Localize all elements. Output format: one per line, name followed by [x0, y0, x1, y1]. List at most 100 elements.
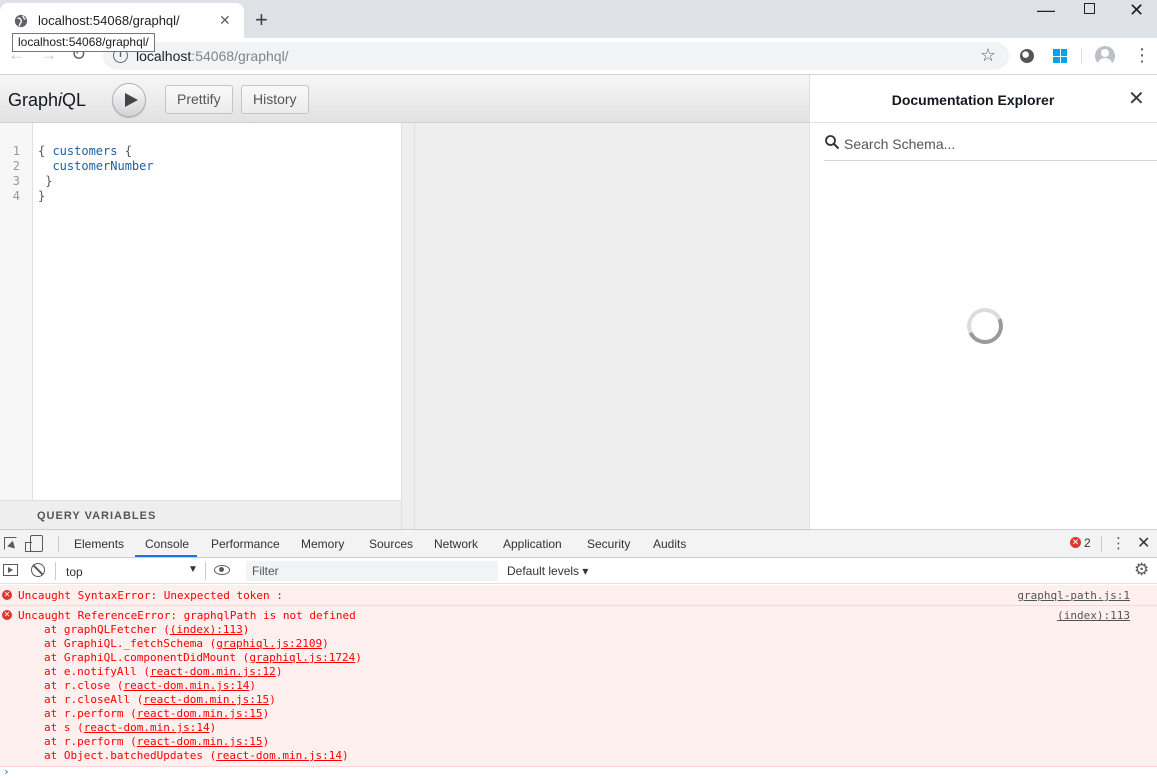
stack-location-link[interactable]: graphiql.js:2109	[216, 637, 322, 650]
devtools-tab-memory[interactable]: Memory	[301, 537, 344, 551]
clear-console-icon[interactable]	[31, 563, 45, 577]
new-tab-icon[interactable]: +	[255, 9, 268, 31]
stack-frame: at e.notifyAll (react-dom.min.js:12)	[44, 665, 282, 679]
result-pane	[415, 123, 809, 529]
windows-extension-icon[interactable]	[1053, 49, 1067, 63]
stack-location-link[interactable]: graphiql.js:1724	[249, 651, 355, 664]
stack-end: )	[342, 749, 349, 762]
stack-location-link[interactable]: (index):113	[170, 623, 243, 636]
stack-frame: at r.closeAll (react-dom.min.js:15)	[44, 693, 276, 707]
error-count[interactable]: 2	[1084, 536, 1091, 550]
query-editor[interactable]: 1 { customers { 2 customerNumber 3 } 4 }	[0, 123, 401, 500]
devtools-close-icon[interactable]: ✕	[1137, 533, 1150, 553]
code-text: customerNumber	[38, 159, 153, 174]
stack-location-link[interactable]: react-dom.min.js:14	[216, 749, 342, 762]
error-source-link[interactable]: graphql-path.js:1	[1017, 589, 1130, 602]
logo-suffix: QL	[62, 90, 87, 110]
context-label: top	[66, 565, 83, 579]
pane-resize-handle[interactable]	[401, 123, 415, 529]
graphiql-logo: GraphiQL	[8, 90, 86, 111]
console-toolbar-divider	[205, 562, 206, 580]
log-levels-dropdown[interactable]: Default levels ▾	[507, 564, 588, 578]
tabbar-divider	[58, 536, 59, 552]
stack-frame: at graphQLFetcher ((index):113)	[44, 623, 249, 637]
stack-fn: at e.notifyAll (	[44, 665, 150, 678]
devtools-tab-sources[interactable]: Sources	[369, 537, 413, 551]
window-close-icon[interactable]: ✕	[1129, 0, 1144, 21]
stack-location-link[interactable]: react-dom.min.js:15	[137, 735, 263, 748]
doc-explorer-header: Documentation Explorer ✕	[810, 75, 1157, 123]
bookmark-star-icon[interactable]: ☆	[980, 45, 996, 66]
devtools-tab-performance[interactable]: Performance	[211, 537, 280, 551]
error-badge-icon[interactable]: ✕	[1070, 537, 1081, 548]
error-icon: ✕	[2, 610, 12, 620]
stack-fn: at GraphiQL._fetchSchema (	[44, 637, 217, 650]
prettify-button[interactable]: Prettify	[165, 85, 233, 114]
stack-fn: at graphQLFetcher (	[44, 623, 170, 636]
stack-location-link[interactable]: react-dom.min.js:14	[123, 679, 249, 692]
stack-end: )	[209, 721, 217, 734]
stack-location-link[interactable]: react-dom.min.js:15	[143, 693, 269, 706]
dropdown-arrow-icon: ▼	[188, 564, 198, 575]
profile-avatar-icon[interactable]	[1095, 46, 1115, 66]
schema-search-input[interactable]	[844, 135, 1144, 153]
code-text: { customers {	[38, 144, 132, 159]
tab-close-icon[interactable]: ✕	[219, 13, 231, 27]
code-punct: }	[38, 189, 46, 203]
error-icon: ✕	[2, 590, 12, 600]
stack-fn: at Object.batchedUpdates (	[44, 749, 217, 762]
stack-location-link[interactable]: react-dom.min.js:12	[150, 665, 276, 678]
devtools-tab-security[interactable]: Security	[587, 537, 630, 551]
console-toolbar: top ▼ Default levels ▾ ⚙	[0, 558, 1157, 584]
console-output: ✕ Uncaught SyntaxError: Unexpected token…	[0, 585, 1157, 778]
code-line: 2 customerNumber	[0, 159, 401, 174]
context-selector[interactable]: top ▼	[60, 561, 200, 581]
devtools-tab-elements[interactable]: Elements	[74, 537, 124, 551]
devtools-tab-audits[interactable]: Audits	[653, 537, 686, 551]
stack-location-link[interactable]: react-dom.min.js:15	[137, 707, 263, 720]
inspect-element-icon[interactable]	[4, 537, 17, 550]
stack-frame: at Object.batchedUpdates (react-dom.min.…	[44, 749, 349, 763]
live-expression-eye-icon[interactable]	[214, 565, 230, 575]
prompt-caret-icon: ›	[3, 765, 10, 778]
code-line: 3 }	[0, 174, 401, 189]
code-punct: {	[38, 144, 53, 158]
stack-frame: at r.perform (react-dom.min.js:15)	[44, 735, 269, 749]
devtools-tab-console[interactable]: Console	[145, 537, 189, 551]
toolbar-divider	[1081, 48, 1082, 64]
error-source-link[interactable]: (index):113	[1057, 609, 1130, 622]
stack-end: )	[322, 637, 329, 650]
stack-frame: at s (react-dom.min.js:14)	[44, 721, 216, 735]
history-button[interactable]: History	[241, 85, 309, 114]
error-text: Uncaught SyntaxError: Unexpected token :	[18, 589, 283, 602]
url-tooltip: localhost:54068/graphql/	[12, 33, 155, 52]
stack-end: )	[262, 707, 270, 720]
tab-title: localhost:54068/graphql/	[38, 13, 180, 28]
code-punct	[38, 159, 52, 173]
stack-location-link[interactable]: react-dom.min.js:14	[84, 721, 210, 734]
tabbar-divider	[1101, 536, 1102, 552]
maximize-icon[interactable]	[1084, 3, 1095, 14]
console-filter-input[interactable]	[246, 561, 498, 581]
console-sidebar-icon[interactable]	[3, 564, 18, 576]
extension-icon[interactable]	[1020, 49, 1034, 63]
browser-menu-icon[interactable]: ⋮	[1133, 46, 1151, 64]
devtools-tab-application[interactable]: Application	[503, 537, 562, 551]
tab-strip: localhost:54068/graphql/ ✕ + — ✕	[0, 0, 1157, 38]
minimize-icon[interactable]: —	[1037, 0, 1055, 21]
devtools-more-icon[interactable]: ⋮	[1111, 534, 1126, 552]
console-settings-gear-icon[interactable]: ⚙	[1134, 560, 1149, 580]
execute-query-button[interactable]	[112, 83, 146, 117]
search-icon	[825, 135, 840, 150]
device-toolbar-icon[interactable]	[25, 535, 43, 552]
code-text: }	[38, 189, 45, 204]
devtools-tab-network[interactable]: Network	[434, 537, 478, 551]
doc-explorer-title: Documentation Explorer	[891, 92, 1055, 108]
query-variables-bar[interactable]: QUERY VARIABLES	[0, 500, 401, 529]
console-error-message: ✕ Uncaught SyntaxError: Unexpected token…	[0, 585, 1157, 606]
browser-toolbar: ← → ↻ i localhost:54068/graphql/ ☆ ⋮	[0, 38, 1157, 75]
url-text[interactable]: localhost:54068/graphql/	[136, 48, 289, 64]
doc-close-icon[interactable]: ✕	[1128, 89, 1145, 109]
address-bar[interactable]: i localhost:54068/graphql/ ☆	[103, 42, 1009, 70]
code-line: 1 { customers {	[0, 144, 401, 159]
